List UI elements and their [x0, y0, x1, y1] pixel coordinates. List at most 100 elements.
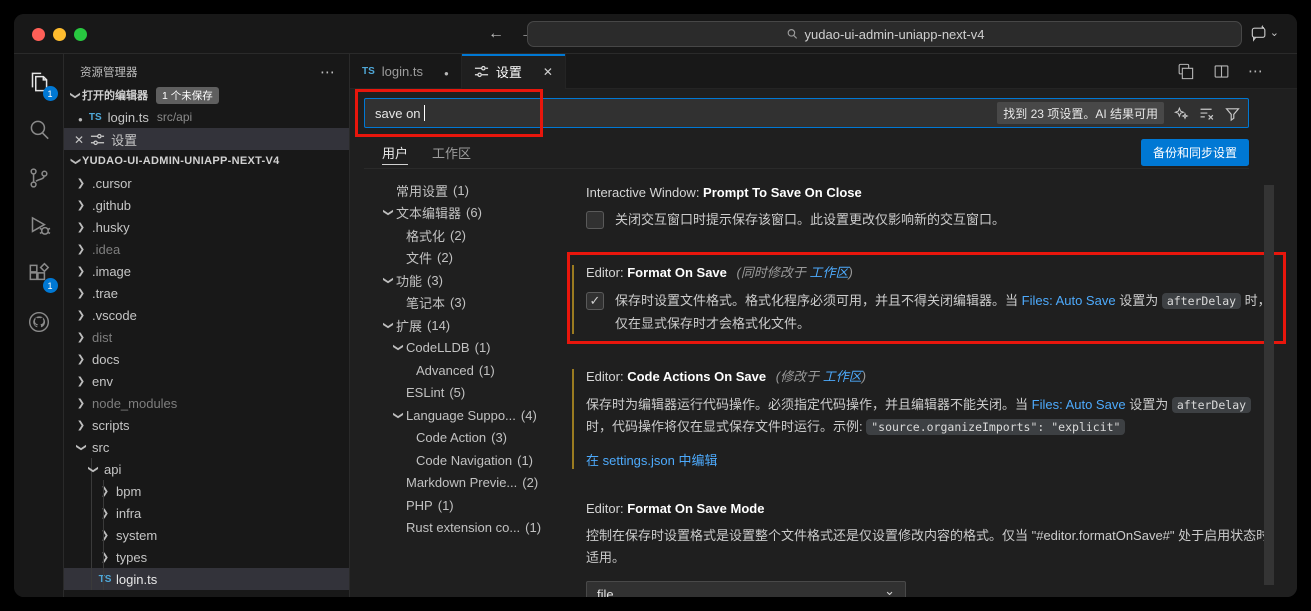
- chevron-expanded-icon: [380, 275, 396, 286]
- traffic-lights: [32, 28, 87, 41]
- close-window-button[interactable]: [32, 28, 45, 41]
- tab-login-ts[interactable]: TS login.ts: [350, 54, 462, 89]
- sidebar-item-source-control[interactable]: [19, 158, 59, 198]
- tree-item-env[interactable]: env: [64, 370, 349, 392]
- toc-item[interactable]: CodeLLDB(1): [380, 337, 562, 360]
- toc-item[interactable]: Language Suppo...(4): [380, 404, 562, 427]
- setting-code-actions-on-save: Editor: Code Actions On Save (修改于 工作区) 保…: [586, 366, 1279, 470]
- toc-item[interactable]: 格式化(2): [380, 224, 562, 247]
- indent-guide: [103, 480, 104, 590]
- toc-item[interactable]: Rust extension co...(1): [380, 517, 562, 540]
- minimize-window-button[interactable]: [53, 28, 66, 41]
- clear-search-results-icon[interactable]: [1198, 105, 1215, 122]
- tree-item-image[interactable]: .image: [64, 260, 349, 282]
- toc-item[interactable]: 笔记本(3): [380, 292, 562, 315]
- vertical-scrollbar[interactable]: [1264, 185, 1274, 585]
- tree-item-scripts[interactable]: scripts: [64, 414, 349, 436]
- settings-toc: 常用设置(1) 文本编辑器(6) 格式化(2) 文件(2) 功能(3) 笔记本(…: [350, 175, 562, 597]
- tree-item-types[interactable]: types: [64, 546, 349, 568]
- modified-dot-icon: [78, 110, 83, 125]
- close-icon[interactable]: [74, 132, 84, 147]
- chevron-expanded-icon: [380, 207, 396, 218]
- close-icon[interactable]: [543, 64, 553, 79]
- back-icon[interactable]: [488, 25, 504, 43]
- settings-sliders-icon: [90, 132, 105, 147]
- toc-item[interactable]: 功能(3): [380, 269, 562, 292]
- checkbox-unchecked[interactable]: [586, 211, 604, 229]
- toc-item[interactable]: 文本编辑器(6): [380, 202, 562, 225]
- tree-item-system[interactable]: system: [64, 524, 349, 546]
- sidebar-item-explorer[interactable]: 1: [19, 62, 59, 102]
- tree-item-husky[interactable]: .husky: [64, 216, 349, 238]
- more-actions-icon[interactable]: [1248, 62, 1263, 81]
- command-center-text: yudao-ui-admin-uniapp-next-v4: [805, 27, 985, 42]
- workspace-link[interactable]: 工作区: [823, 369, 862, 384]
- results-count-badge: 找到 23 项设置。AI 结果可用: [997, 102, 1164, 124]
- sidebar-item-github[interactable]: [19, 302, 59, 342]
- tree-item-infra[interactable]: infra: [64, 502, 349, 524]
- zoom-window-button[interactable]: [74, 28, 87, 41]
- tree-item-trae[interactable]: .trae: [64, 282, 349, 304]
- open-editors-header[interactable]: 打开的编辑器 1 个未保存: [64, 84, 349, 106]
- edit-in-settings-json-link[interactable]: 在 settings.json 中编辑: [586, 450, 718, 469]
- modified-dot-icon[interactable]: [444, 64, 449, 79]
- toc-item[interactable]: 扩展(14): [380, 314, 562, 337]
- ai-sparkle-icon[interactable]: [1173, 105, 1189, 121]
- modified-indicator-bar: [572, 265, 574, 334]
- open-settings-json-icon[interactable]: [1176, 62, 1195, 81]
- command-center-search[interactable]: yudao-ui-admin-uniapp-next-v4: [527, 21, 1242, 47]
- toc-item[interactable]: Code Action(3): [380, 427, 562, 450]
- tree-item-cursor[interactable]: .cursor: [64, 172, 349, 194]
- tree-item-login-ts[interactable]: TSlogin.ts: [64, 568, 349, 590]
- toc-item[interactable]: PHP(1): [380, 494, 562, 517]
- typescript-file-icon: TS: [362, 66, 375, 77]
- sidebar-item-search[interactable]: [19, 110, 59, 150]
- tree-item-dist[interactable]: dist: [64, 326, 349, 348]
- checkbox-checked[interactable]: [586, 292, 604, 310]
- sidebar-title: 资源管理器: [80, 64, 138, 80]
- copilot-menu[interactable]: [1249, 24, 1279, 44]
- split-editor-icon[interactable]: [1212, 62, 1231, 81]
- settings-list: Interactive Window: Prompt To Save On Cl…: [562, 175, 1297, 597]
- tree-item-idea[interactable]: .idea: [64, 238, 349, 260]
- open-editor-login-ts[interactable]: TS login.ts src/api: [64, 106, 349, 128]
- files-auto-save-link[interactable]: Files: Auto Save: [1032, 397, 1126, 412]
- workspace-link[interactable]: 工作区: [809, 265, 848, 280]
- editor-group: TS login.ts 设置: [350, 54, 1297, 597]
- chevron-right-icon: [74, 288, 88, 299]
- tab-user-settings[interactable]: 用户: [382, 136, 408, 168]
- more-actions-icon[interactable]: [320, 63, 335, 81]
- chevron-right-icon: [98, 508, 112, 519]
- tree-item-docs[interactable]: docs: [64, 348, 349, 370]
- chevron-right-icon: [74, 332, 88, 343]
- backup-sync-settings-button[interactable]: 备份和同步设置: [1141, 139, 1249, 166]
- github-icon: [26, 309, 52, 335]
- tree-item-github[interactable]: .github: [64, 194, 349, 216]
- project-root-header[interactable]: YUDAO-UI-ADMIN-UNIAPP-NEXT-V4: [64, 150, 349, 172]
- toc-item[interactable]: ESLint(5): [380, 382, 562, 405]
- toc-item[interactable]: Markdown Previe...(2): [380, 472, 562, 495]
- toc-item[interactable]: Code Navigation(1): [380, 449, 562, 472]
- tree-item-vscode[interactable]: .vscode: [64, 304, 349, 326]
- tree-item-src[interactable]: src: [64, 436, 349, 458]
- tree-item-bpm[interactable]: bpm: [64, 480, 349, 502]
- sidebar-item-run-debug[interactable]: [19, 206, 59, 246]
- files-auto-save-link[interactable]: Files: Auto Save: [1022, 293, 1116, 308]
- copilot-menu-icon: [1249, 24, 1269, 44]
- tab-workspace-settings[interactable]: 工作区: [432, 136, 471, 168]
- toc-item[interactable]: Advanced(1): [380, 359, 562, 382]
- chevron-right-icon: [98, 530, 112, 541]
- toc-item[interactable]: 文件(2): [380, 247, 562, 270]
- filter-icon[interactable]: [1224, 105, 1241, 122]
- sidebar-item-extensions[interactable]: 1: [19, 254, 59, 294]
- typescript-file-icon: TS: [98, 574, 112, 585]
- tree-item-api[interactable]: api: [64, 458, 349, 480]
- settings-sliders-icon: [474, 64, 489, 79]
- format-on-save-mode-select[interactable]: file: [586, 581, 906, 597]
- tab-settings[interactable]: 设置: [462, 54, 566, 89]
- open-editor-settings[interactable]: 设置: [64, 128, 349, 150]
- chevron-down-icon: [884, 586, 895, 597]
- tree-item-node-modules[interactable]: node_modules: [64, 392, 349, 414]
- toc-item[interactable]: 常用设置(1): [380, 179, 562, 202]
- settings-search-input[interactable]: save on 找到 23 项设置。AI 结果可用: [364, 98, 1249, 128]
